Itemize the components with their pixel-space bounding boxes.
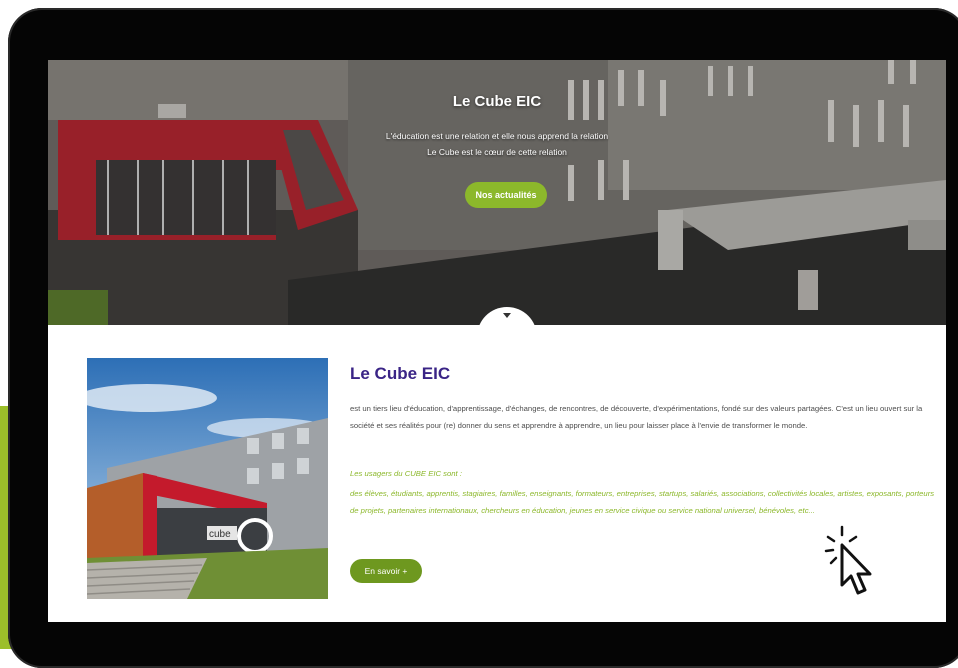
tablet-frame: Le Cube EIC L'éducation est une relation…	[8, 8, 958, 668]
section-title: Le Cube EIC	[350, 364, 451, 383]
chevron-down-icon[interactable]	[503, 313, 511, 318]
hero-subtitle-line1: L'éducation est une relation et elle nou…	[385, 131, 609, 141]
learn-more-button[interactable]: En savoir +	[350, 559, 422, 583]
description-text: est un tiers lieu d'éducation, d'apprent…	[350, 404, 923, 430]
cube-sign-text: cube	[209, 529, 231, 540]
building-photo: cube	[87, 358, 328, 599]
hero-banner: Le Cube EIC L'éducation est une relation…	[48, 60, 946, 325]
hero-subtitle-line2: Le Cube est le cœur de cette relation	[427, 147, 567, 157]
website-screen: Le Cube EIC L'éducation est une relation…	[48, 60, 946, 622]
hero-title: Le Cube EIC	[452, 93, 542, 110]
users-heading: Les usagers du CUBE EIC sont :	[350, 469, 462, 478]
click-cursor-icon	[824, 525, 872, 595]
users-list: des élèves, étudiants, apprentis, stagia…	[350, 489, 935, 515]
news-button[interactable]: Nos actualités	[465, 182, 547, 208]
